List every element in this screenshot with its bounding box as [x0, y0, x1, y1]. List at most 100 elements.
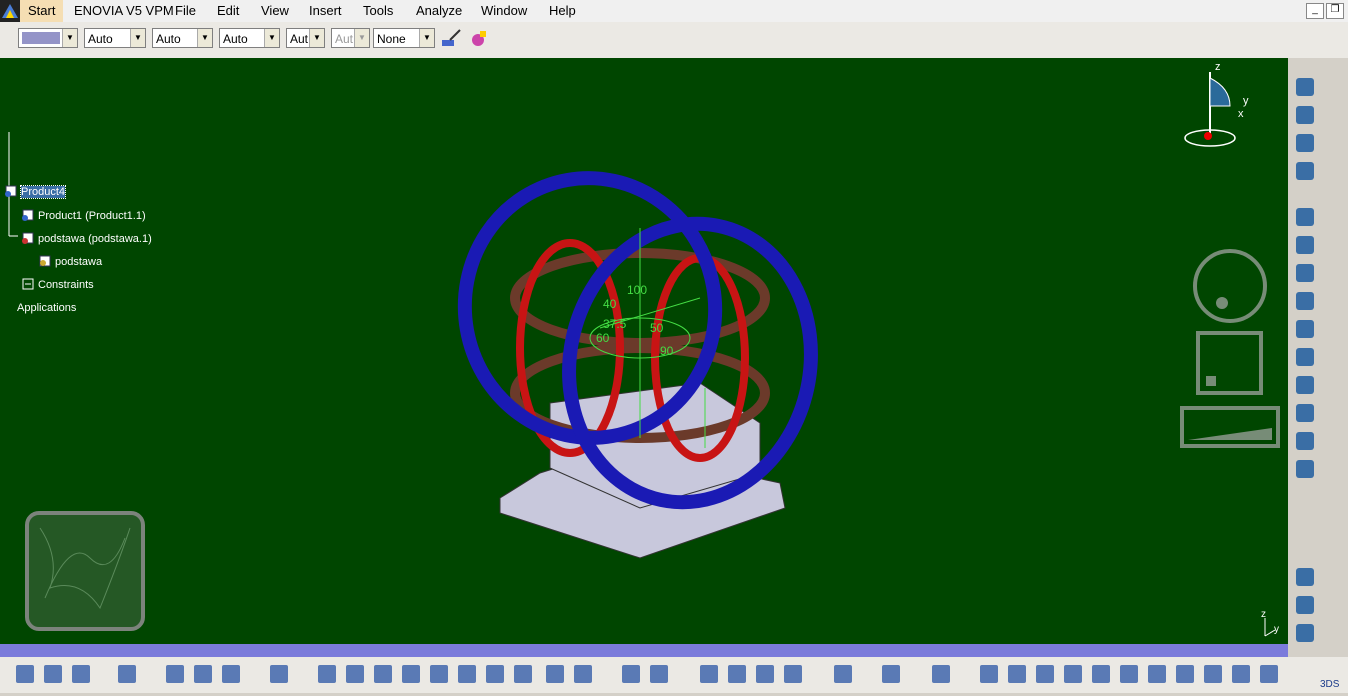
undo-icon[interactable]	[514, 665, 532, 683]
constraints-icon[interactable]	[21, 277, 35, 291]
fly-mode-icon[interactable]	[932, 665, 950, 683]
tree-node-podstawa-instance[interactable]: podstawa (podstawa.1)	[38, 233, 152, 245]
copy-icon[interactable]	[458, 665, 476, 683]
rotate-icon[interactable]	[1036, 665, 1054, 683]
minimize-button[interactable]: _	[1306, 3, 1324, 19]
coincidence-icon[interactable]	[1296, 292, 1314, 310]
product-icon[interactable]	[21, 208, 35, 222]
measure-inertia-icon[interactable]	[72, 665, 90, 683]
clash-icon[interactable]	[1296, 596, 1314, 614]
menu-analyze[interactable]: Analyze	[416, 3, 462, 18]
painter-icon[interactable]	[440, 28, 462, 50]
tree-node-applications[interactable]: Applications	[17, 302, 76, 314]
zoom-out-icon[interactable]	[1092, 665, 1110, 683]
line-thickness-combo[interactable]: Auto ▼	[152, 28, 213, 48]
assembly-model[interactable]: 100 40 37.5 50 60 90 z y x z y	[0, 58, 1288, 644]
multi-instantiation-icon[interactable]	[270, 665, 288, 683]
rendering-style-combo[interactable]: Aut ▼	[331, 28, 370, 48]
update-icon[interactable]	[1296, 432, 1314, 450]
menu-start[interactable]: Start	[20, 0, 64, 22]
menu-insert[interactable]: Insert	[309, 3, 342, 18]
menu-file[interactable]: File	[175, 3, 196, 18]
tree-node-constraints[interactable]: Constraints	[38, 279, 94, 291]
measure-between-icon[interactable]	[16, 665, 34, 683]
law-icon[interactable]	[784, 665, 802, 683]
dimension-37-5[interactable]: 37.5	[603, 317, 627, 331]
cut-icon[interactable]	[430, 665, 448, 683]
design-table-icon[interactable]	[700, 665, 718, 683]
hide-show-icon[interactable]	[1232, 665, 1250, 683]
capture-icon[interactable]	[882, 665, 900, 683]
zoom-in-icon[interactable]	[1064, 665, 1082, 683]
multi-view-icon[interactable]	[1148, 665, 1166, 683]
sketch-widget[interactable]	[25, 511, 145, 631]
search-icon[interactable]	[834, 665, 852, 683]
dimension-60[interactable]: 60	[596, 331, 610, 345]
formula-icon[interactable]	[622, 665, 640, 683]
publish-icon[interactable]	[222, 665, 240, 683]
manipulation-icon[interactable]	[1296, 208, 1314, 226]
point-type-combo[interactable]: Aut ▼	[286, 28, 325, 48]
redo-icon[interactable]	[546, 665, 564, 683]
menu-help[interactable]: Help	[549, 3, 576, 18]
knowledge-icon[interactable]	[650, 665, 668, 683]
part-body-icon[interactable]	[38, 254, 52, 268]
measure-item-icon[interactable]	[44, 665, 62, 683]
explode-icon[interactable]	[1296, 264, 1314, 282]
contact-constraint-icon[interactable]	[1296, 348, 1314, 366]
scene-icon[interactable]	[118, 665, 136, 683]
angle-constraint-icon[interactable]	[1296, 404, 1314, 422]
3d-viewport[interactable]: 100 40 37.5 50 60 90 z y x z y Product4 …	[0, 58, 1288, 644]
lock-icon[interactable]	[756, 665, 774, 683]
reuse-pattern-icon[interactable]	[1296, 460, 1314, 478]
sectioning-icon[interactable]	[1296, 568, 1314, 586]
restore-button[interactable]: ❐	[1326, 3, 1344, 19]
shading-icon[interactable]	[1204, 665, 1222, 683]
print-icon[interactable]	[402, 665, 420, 683]
menu-window[interactable]: Window	[481, 3, 527, 18]
iso-view-icon[interactable]	[1176, 665, 1194, 683]
dimension-100[interactable]: 100	[627, 283, 647, 297]
normal-view-icon[interactable]	[1120, 665, 1138, 683]
assembly-tool-icon[interactable]	[1296, 78, 1314, 96]
distance-icon[interactable]	[1296, 624, 1314, 642]
part-icon[interactable]	[21, 231, 35, 245]
transparency-combo[interactable]: Auto ▼	[84, 28, 146, 48]
existing-component-icon[interactable]	[1296, 106, 1314, 124]
paste-icon[interactable]	[486, 665, 504, 683]
fit-all-icon[interactable]	[980, 665, 998, 683]
apply-material-icon[interactable]	[194, 665, 212, 683]
compass-icon[interactable]: z y x	[1184, 61, 1249, 147]
open-icon[interactable]	[346, 665, 364, 683]
graph-tree-icon[interactable]	[1296, 162, 1314, 180]
color-combo[interactable]: ▼	[18, 28, 78, 48]
menu-tools[interactable]: Tools	[363, 3, 393, 18]
tree-node-root[interactable]: Product4	[19, 185, 67, 199]
swap-space-icon[interactable]	[1260, 665, 1278, 683]
new-icon[interactable]	[318, 665, 336, 683]
horizontal-scrollbar[interactable]	[0, 644, 1288, 657]
layer-combo[interactable]: None ▼	[373, 28, 435, 48]
tree-node-podstawa-part[interactable]: podstawa	[55, 256, 102, 268]
properties-icon[interactable]	[468, 28, 490, 50]
fix-component-icon[interactable]	[1296, 320, 1314, 338]
line-type-combo[interactable]: Auto ▼	[219, 28, 280, 48]
whats-this-icon[interactable]	[574, 665, 592, 683]
dimension-50[interactable]: 50	[650, 321, 664, 335]
menu-enovia[interactable]: ENOVIA V5 VPM	[74, 3, 174, 18]
menu-view[interactable]: View	[261, 3, 289, 18]
menu-edit[interactable]: Edit	[217, 3, 239, 18]
dimension-40[interactable]: 40	[603, 297, 617, 311]
rotate-widget[interactable]	[1193, 249, 1267, 323]
dimension-90[interactable]: 90	[660, 344, 674, 358]
snap-icon[interactable]	[1296, 236, 1314, 254]
zoom-widget[interactable]	[1180, 406, 1280, 448]
catia-logo-icon[interactable]	[0, 0, 20, 22]
replace-component-icon[interactable]	[1296, 134, 1314, 152]
rotate-handle[interactable]	[1216, 297, 1228, 309]
save-icon[interactable]	[374, 665, 392, 683]
offset-constraint-icon[interactable]	[1296, 376, 1314, 394]
pan-icon[interactable]	[1008, 665, 1026, 683]
catalog-icon[interactable]	[166, 665, 184, 683]
tree-node-product1[interactable]: Product1 (Product1.1)	[38, 210, 146, 222]
